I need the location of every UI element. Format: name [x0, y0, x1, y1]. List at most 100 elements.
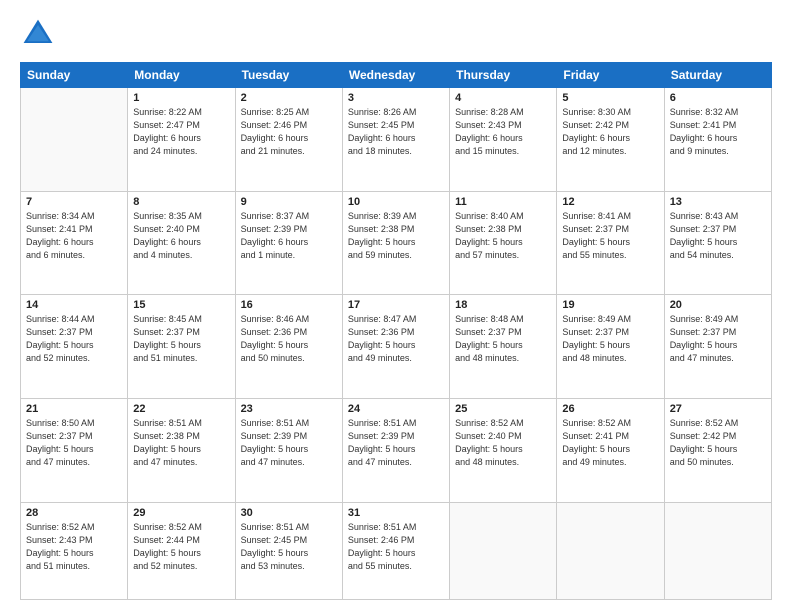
day-info: Sunrise: 8:41 AM Sunset: 2:37 PM Dayligh…: [562, 210, 658, 262]
calendar-cell: 28Sunrise: 8:52 AM Sunset: 2:43 PM Dayli…: [21, 502, 128, 599]
day-number: 17: [348, 299, 444, 311]
day-info: Sunrise: 8:30 AM Sunset: 2:42 PM Dayligh…: [562, 106, 658, 158]
week-row: 7 Sunrise: 8:34 AM Sunset: 2:41 PM Daylig…: [21, 191, 772, 295]
day-number: 5: [562, 92, 658, 104]
calendar-cell: 25 Sunrise: 8:52 AM Sunset: 2:40 PM Dayli…: [450, 398, 557, 502]
day-number: 24: [348, 403, 444, 415]
day-number: 19: [562, 299, 658, 311]
day-info: Sunrise: 8:43 AM Sunset: 2:37 PM Dayligh…: [670, 210, 766, 262]
calendar-cell: 13 Sunrise: 8:43 AM Sunset: 2:37 PM Dayli…: [664, 191, 771, 295]
day-number: 10: [348, 196, 444, 208]
day-info: Sunrise: 8:52 AM Sunset: 2:44 PM Dayligh…: [133, 521, 229, 573]
calendar-header-row: SundayMondayTuesdayWednesdayThursdayFrid…: [21, 63, 772, 88]
calendar-cell: 17 Sunrise: 8:47 AM Sunset: 2:36 PM Dayli…: [342, 295, 449, 399]
week-row: 28Sunrise: 8:52 AM Sunset: 2:43 PM Dayli…: [21, 502, 772, 599]
day-info: Sunrise: 8:50 AM Sunset: 2:37 PM Dayligh…: [26, 417, 122, 469]
day-info: Sunrise: 8:47 AM Sunset: 2:36 PM Dayligh…: [348, 313, 444, 365]
calendar-cell: 22 Sunrise: 8:51 AM Sunset: 2:38 PM Dayli…: [128, 398, 235, 502]
day-number: 27: [670, 403, 766, 415]
day-info: Sunrise: 8:46 AM Sunset: 2:36 PM Dayligh…: [241, 313, 337, 365]
calendar-cell: 20 Sunrise: 8:49 AM Sunset: 2:37 PM Dayli…: [664, 295, 771, 399]
day-number: 2: [241, 92, 337, 104]
day-number: 29: [133, 507, 229, 519]
calendar-cell: [450, 502, 557, 599]
day-number: 6: [670, 92, 766, 104]
calendar-table: SundayMondayTuesdayWednesdayThursdayFrid…: [20, 62, 772, 600]
calendar-cell: 1Sunrise: 8:22 AM Sunset: 2:47 PM Daylig…: [128, 88, 235, 192]
calendar-cell: 6Sunrise: 8:32 AM Sunset: 2:41 PM Daylig…: [664, 88, 771, 192]
weekday-header: Tuesday: [235, 63, 342, 88]
weekday-header: Saturday: [664, 63, 771, 88]
day-info: Sunrise: 8:40 AM Sunset: 2:38 PM Dayligh…: [455, 210, 551, 262]
day-number: 4: [455, 92, 551, 104]
calendar-cell: 30 Sunrise: 8:51 AM Sunset: 2:45 PM Dayli…: [235, 502, 342, 599]
day-number: 20: [670, 299, 766, 311]
day-info: Sunrise: 8:52 AM Sunset: 2:42 PM Dayligh…: [670, 417, 766, 469]
day-number: 14: [26, 299, 122, 311]
day-info: Sunrise: 8:44 AM Sunset: 2:37 PM Dayligh…: [26, 313, 122, 365]
day-number: 18: [455, 299, 551, 311]
calendar-cell: 2 Sunrise: 8:25 AM Sunset: 2:46 PM Daylig…: [235, 88, 342, 192]
calendar-cell: [21, 88, 128, 192]
day-info: Sunrise: 8:52 AM Sunset: 2:43 PM Dayligh…: [26, 521, 122, 573]
calendar-cell: 3 Sunrise: 8:26 AM Sunset: 2:45 PM Daylig…: [342, 88, 449, 192]
calendar-cell: 18 Sunrise: 8:48 AM Sunset: 2:37 PM Dayli…: [450, 295, 557, 399]
day-number: 11: [455, 196, 551, 208]
day-number: 8: [133, 196, 229, 208]
day-info: Sunrise: 8:28 AM Sunset: 2:43 PM Dayligh…: [455, 106, 551, 158]
calendar-cell: 9Sunrise: 8:37 AM Sunset: 2:39 PM Daylig…: [235, 191, 342, 295]
page: SundayMondayTuesdayWednesdayThursdayFrid…: [0, 0, 792, 612]
day-number: 25: [455, 403, 551, 415]
calendar-cell: 26Sunrise: 8:52 AM Sunset: 2:41 PM Dayli…: [557, 398, 664, 502]
calendar-cell: 4 Sunrise: 8:28 AM Sunset: 2:43 PM Daylig…: [450, 88, 557, 192]
calendar-cell: 5 Sunrise: 8:30 AM Sunset: 2:42 PM Daylig…: [557, 88, 664, 192]
day-number: 31: [348, 507, 444, 519]
calendar-cell: 27 Sunrise: 8:52 AM Sunset: 2:42 PM Dayli…: [664, 398, 771, 502]
day-info: Sunrise: 8:51 AM Sunset: 2:39 PM Dayligh…: [241, 417, 337, 469]
weekday-header: Friday: [557, 63, 664, 88]
day-info: Sunrise: 8:49 AM Sunset: 2:37 PM Dayligh…: [562, 313, 658, 365]
day-info: Sunrise: 8:34 AM Sunset: 2:41 PM Dayligh…: [26, 210, 122, 262]
day-number: 12: [562, 196, 658, 208]
day-number: 30: [241, 507, 337, 519]
calendar-cell: 8Sunrise: 8:35 AM Sunset: 2:40 PM Daylig…: [128, 191, 235, 295]
week-row: 1Sunrise: 8:22 AM Sunset: 2:47 PM Daylig…: [21, 88, 772, 192]
week-row: 21 Sunrise: 8:50 AM Sunset: 2:37 PM Dayli…: [21, 398, 772, 502]
logo: [20, 16, 60, 52]
calendar-cell: 29 Sunrise: 8:52 AM Sunset: 2:44 PM Dayli…: [128, 502, 235, 599]
day-info: Sunrise: 8:25 AM Sunset: 2:46 PM Dayligh…: [241, 106, 337, 158]
day-number: 26: [562, 403, 658, 415]
day-info: Sunrise: 8:51 AM Sunset: 2:46 PM Dayligh…: [348, 521, 444, 573]
calendar-cell: 7 Sunrise: 8:34 AM Sunset: 2:41 PM Daylig…: [21, 191, 128, 295]
day-number: 7: [26, 196, 122, 208]
weekday-header: Wednesday: [342, 63, 449, 88]
calendar-cell: 24Sunrise: 8:51 AM Sunset: 2:39 PM Dayli…: [342, 398, 449, 502]
calendar-cell: 31 Sunrise: 8:51 AM Sunset: 2:46 PM Dayli…: [342, 502, 449, 599]
weekday-header: Sunday: [21, 63, 128, 88]
day-info: Sunrise: 8:49 AM Sunset: 2:37 PM Dayligh…: [670, 313, 766, 365]
header: [20, 16, 772, 52]
weekday-header: Monday: [128, 63, 235, 88]
calendar-cell: 23Sunrise: 8:51 AM Sunset: 2:39 PM Dayli…: [235, 398, 342, 502]
day-number: 22: [133, 403, 229, 415]
day-number: 21: [26, 403, 122, 415]
weekday-header: Thursday: [450, 63, 557, 88]
week-row: 14 Sunrise: 8:44 AM Sunset: 2:37 PM Dayli…: [21, 295, 772, 399]
day-number: 3: [348, 92, 444, 104]
day-info: Sunrise: 8:26 AM Sunset: 2:45 PM Dayligh…: [348, 106, 444, 158]
calendar-cell: 10 Sunrise: 8:39 AM Sunset: 2:38 PM Dayli…: [342, 191, 449, 295]
day-info: Sunrise: 8:48 AM Sunset: 2:37 PM Dayligh…: [455, 313, 551, 365]
day-info: Sunrise: 8:51 AM Sunset: 2:38 PM Dayligh…: [133, 417, 229, 469]
day-info: Sunrise: 8:51 AM Sunset: 2:45 PM Dayligh…: [241, 521, 337, 573]
day-info: Sunrise: 8:39 AM Sunset: 2:38 PM Dayligh…: [348, 210, 444, 262]
calendar-cell: 21 Sunrise: 8:50 AM Sunset: 2:37 PM Dayli…: [21, 398, 128, 502]
day-number: 9: [241, 196, 337, 208]
calendar-cell: 11 Sunrise: 8:40 AM Sunset: 2:38 PM Dayli…: [450, 191, 557, 295]
day-info: Sunrise: 8:52 AM Sunset: 2:40 PM Dayligh…: [455, 417, 551, 469]
day-number: 13: [670, 196, 766, 208]
calendar-cell: 15Sunrise: 8:45 AM Sunset: 2:37 PM Dayli…: [128, 295, 235, 399]
calendar-cell: 12 Sunrise: 8:41 AM Sunset: 2:37 PM Dayli…: [557, 191, 664, 295]
day-info: Sunrise: 8:45 AM Sunset: 2:37 PM Dayligh…: [133, 313, 229, 365]
day-number: 1: [133, 92, 229, 104]
calendar-cell: 19 Sunrise: 8:49 AM Sunset: 2:37 PM Dayli…: [557, 295, 664, 399]
